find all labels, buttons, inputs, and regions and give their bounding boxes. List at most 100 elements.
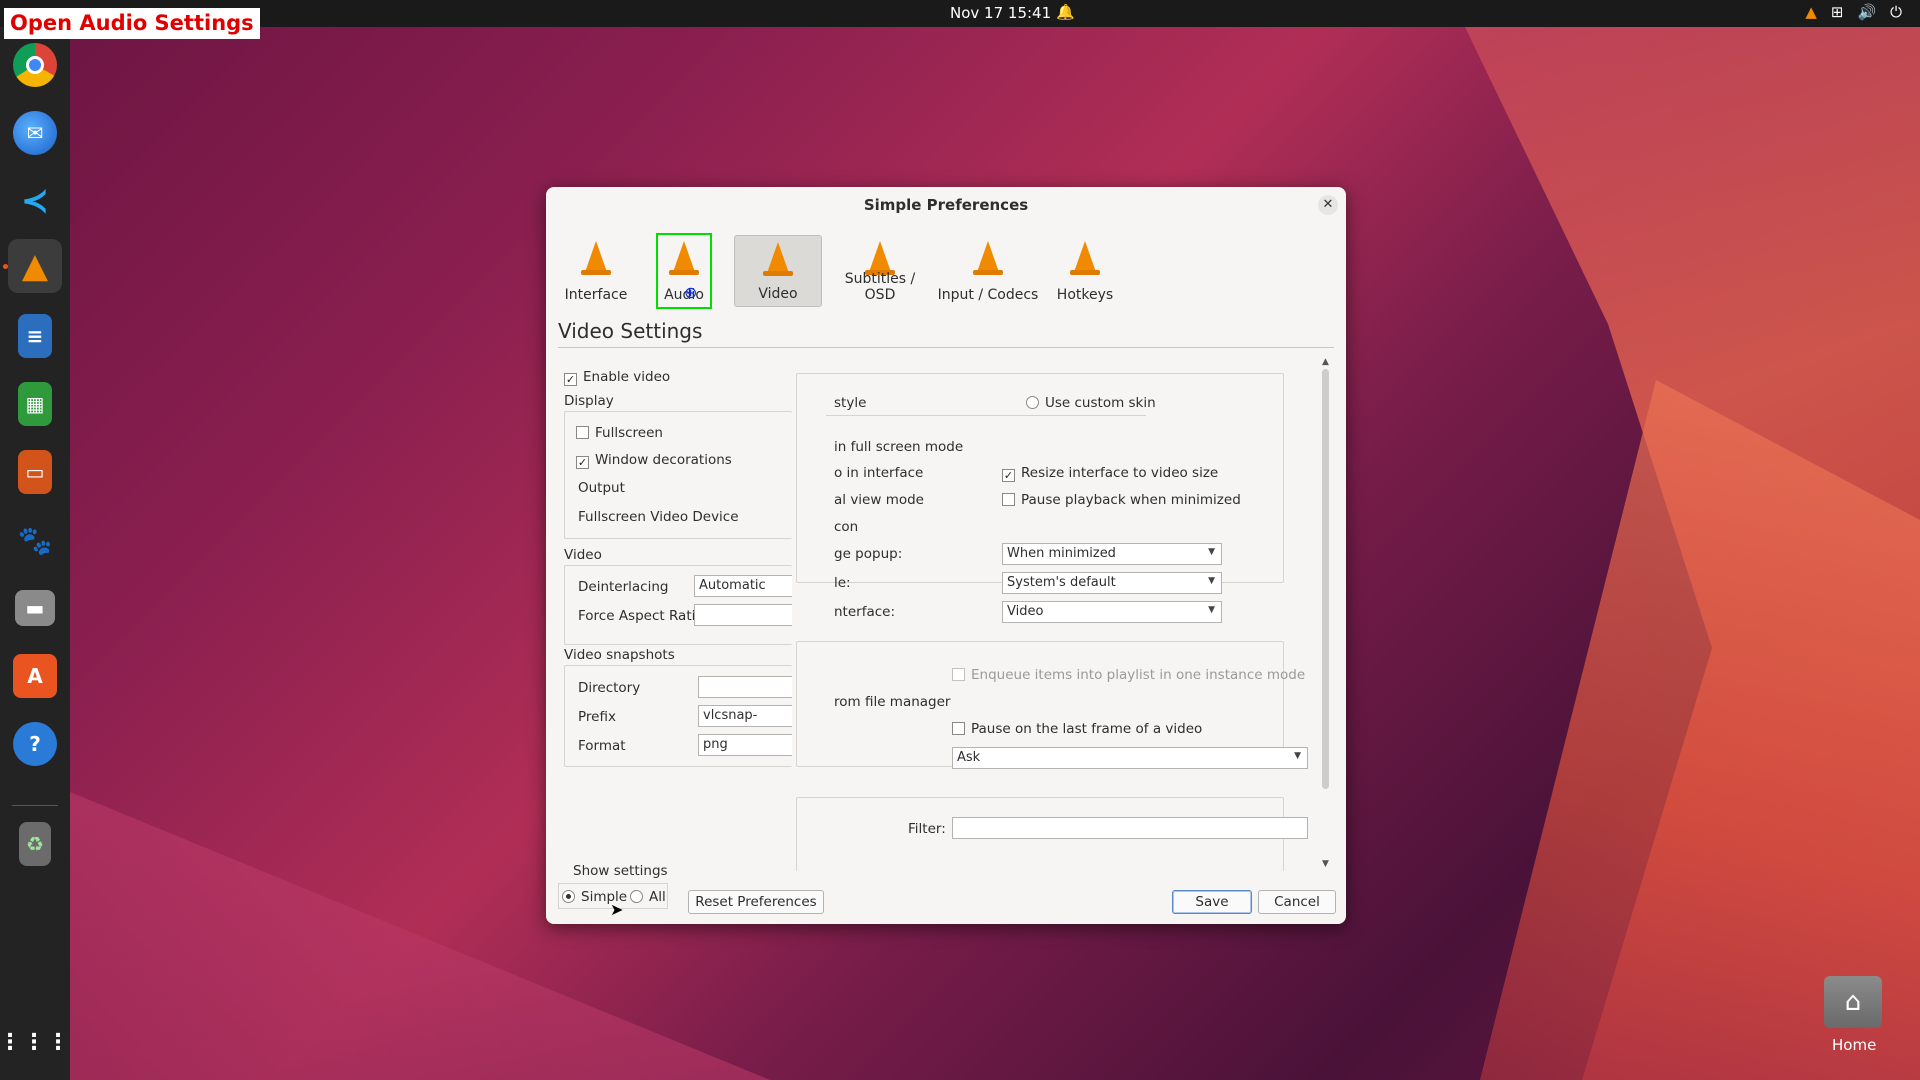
force-aspect-input[interactable] xyxy=(694,604,792,626)
calc-launcher[interactable]: ▦ xyxy=(8,377,62,431)
custom-skin-radio[interactable]: Use custom skin xyxy=(1026,395,1156,411)
category-video[interactable]: Video xyxy=(734,235,822,307)
directory-input[interactable] xyxy=(698,676,792,698)
enable-video-checkbox[interactable]: ✓ Enable video xyxy=(564,369,670,386)
thunderbird-launcher[interactable]: ✉ xyxy=(8,106,62,160)
reset-preferences-button[interactable]: Reset Preferences xyxy=(688,890,824,914)
close-button[interactable]: ✕ xyxy=(1318,195,1338,215)
view-mode-label: al view mode xyxy=(834,492,924,508)
hotkeys-icon xyxy=(1070,239,1100,275)
video-icon xyxy=(763,240,793,276)
mouse-pointer-icon: ➤ xyxy=(610,900,624,919)
impress-launcher[interactable]: ▭ xyxy=(8,445,62,499)
prefix-input[interactable]: vlcsnap- xyxy=(698,705,792,727)
top-bar: r Nov 17 15:41 🔔 ▲ ⊞ 🔊 ⏻ xyxy=(0,0,1920,27)
input-codecs-icon xyxy=(973,239,1003,275)
scroll-thumb[interactable] xyxy=(1322,369,1329,789)
writer-launcher[interactable]: ≡ xyxy=(8,309,62,363)
style-label: style xyxy=(834,395,867,411)
category-interface[interactable]: Interface xyxy=(558,235,634,307)
save-button[interactable]: Save xyxy=(1172,890,1252,914)
scroll-up-arrow-icon[interactable]: ▲ xyxy=(1322,357,1329,367)
home-folder-label[interactable]: Home xyxy=(1832,1036,1876,1054)
clock[interactable]: Nov 17 15:41 xyxy=(950,4,1051,22)
filter-input[interactable] xyxy=(952,817,1308,839)
power-icon[interactable]: ⏻ xyxy=(1890,3,1902,21)
in-interface-label: o in interface xyxy=(834,465,924,481)
bell-icon[interactable]: 🔔 xyxy=(1056,3,1075,21)
pause-minimized-checkbox[interactable]: Pause playback when minimized xyxy=(1002,492,1241,508)
snapshots-group-title: Video snapshots xyxy=(564,647,675,663)
gimp-icon: 🐾 xyxy=(17,523,53,557)
show-apps-button[interactable]: ⋮⋮⋮ xyxy=(0,1015,71,1069)
chrome-launcher[interactable] xyxy=(8,38,62,92)
target-crosshair-icon: ⊕ xyxy=(684,283,698,302)
format-label: Format xyxy=(578,738,626,754)
trash-icon: ♻ xyxy=(19,822,51,866)
full-screen-mode-label: in full screen mode xyxy=(834,439,964,455)
help-icon: ? xyxy=(13,722,57,766)
subtitles-icon xyxy=(865,239,895,275)
vlc-launcher[interactable]: ▲ xyxy=(8,239,62,293)
resize-interface-checkbox[interactable]: ✓ Resize interface to video size xyxy=(1002,465,1218,482)
help-launcher[interactable]: ? xyxy=(8,717,62,771)
prefix-label: Prefix xyxy=(578,709,616,725)
wallpaper-shape xyxy=(1480,380,1920,1080)
section-title: Video Settings xyxy=(558,319,703,343)
fullscreen-checkbox[interactable]: Fullscreen xyxy=(576,425,663,441)
divider xyxy=(826,415,1146,416)
settings-panel: style Use custom skin in full screen mod… xyxy=(556,355,1328,871)
style-label-2: le: xyxy=(834,575,851,591)
dock: ✉ ≺ ▲ ≡ ▦ ▭ 🐾 ▬ A ? ♻ ⋮⋮⋮ xyxy=(0,27,70,1080)
scroll-down-arrow-icon[interactable]: ▼ xyxy=(1322,859,1329,869)
style-combo[interactable]: System's default ▼ xyxy=(1002,572,1222,594)
display-group-title: Display xyxy=(564,393,614,409)
dock-separator xyxy=(12,805,58,806)
gimp-launcher[interactable]: 🐾 xyxy=(8,513,62,567)
volume-icon[interactable]: 🔊 xyxy=(1857,3,1876,21)
enqueue-checkbox[interactable]: Enqueue items into playlist in one insta… xyxy=(952,667,1305,683)
vlc-icon[interactable]: ▲ xyxy=(1805,3,1817,21)
popup-label: ge popup: xyxy=(834,546,903,562)
directory-label: Directory xyxy=(578,680,641,696)
format-combo[interactable]: png xyxy=(698,734,792,756)
scrollbar[interactable]: ▲ ▼ xyxy=(1320,355,1332,871)
popup-combo[interactable]: When minimized ▼ xyxy=(1002,543,1222,565)
icon-label: con xyxy=(834,519,859,535)
cancel-button[interactable]: Cancel xyxy=(1258,890,1336,914)
ask-combo[interactable]: Ask ▼ xyxy=(952,747,1308,769)
pause-last-frame-checkbox[interactable]: Pause on the last frame of a video xyxy=(952,721,1202,737)
category-subtitles[interactable]: Subtitles / OSD xyxy=(828,235,932,307)
deinterlacing-label: Deinterlacing xyxy=(578,579,669,595)
file-manager-label: rom file manager xyxy=(834,694,951,710)
vscode-icon: ≺ xyxy=(20,181,50,221)
trash-launcher[interactable]: ♻ xyxy=(8,817,62,871)
category-hotkeys[interactable]: Hotkeys xyxy=(1046,235,1124,307)
fullscreen-device-label: Fullscreen Video Device xyxy=(578,509,739,525)
files-icon: ▬ xyxy=(15,590,55,626)
apps-grid-icon: ⋮⋮⋮ xyxy=(0,1029,71,1055)
interface-combo[interactable]: Video ▼ xyxy=(1002,601,1222,623)
deinterlacing-combo[interactable]: Automatic xyxy=(694,575,792,597)
all-radio[interactable]: All xyxy=(630,889,666,905)
app-center-icon: A xyxy=(13,654,57,698)
category-input-codecs[interactable]: Input / Codecs xyxy=(936,235,1040,307)
files-launcher[interactable]: ▬ xyxy=(8,581,62,635)
network-icon[interactable]: ⊞ xyxy=(1831,3,1844,21)
video-group-title: Video xyxy=(564,547,602,563)
interface-label: nterface: xyxy=(834,604,896,620)
interface-icon xyxy=(581,239,611,275)
writer-icon: ≡ xyxy=(18,314,52,358)
window-decorations-checkbox[interactable]: ✓ Window decorations xyxy=(576,452,732,469)
vlc-icon: ▲ xyxy=(21,246,49,286)
system-tray[interactable]: ▲ ⊞ 🔊 ⏻ xyxy=(1805,3,1902,21)
home-folder-icon[interactable]: ⌂ xyxy=(1824,976,1882,1028)
audio-icon xyxy=(669,239,699,275)
app-center-launcher[interactable]: A xyxy=(8,649,62,703)
vscode-launcher[interactable]: ≺ xyxy=(8,174,62,228)
force-aspect-label: Force Aspect Ratio xyxy=(578,608,704,624)
task-instruction-label: Open Audio Settings xyxy=(4,8,260,39)
filter-label: Filter: xyxy=(908,821,946,837)
calc-icon: ▦ xyxy=(18,382,52,426)
divider xyxy=(558,347,1334,348)
